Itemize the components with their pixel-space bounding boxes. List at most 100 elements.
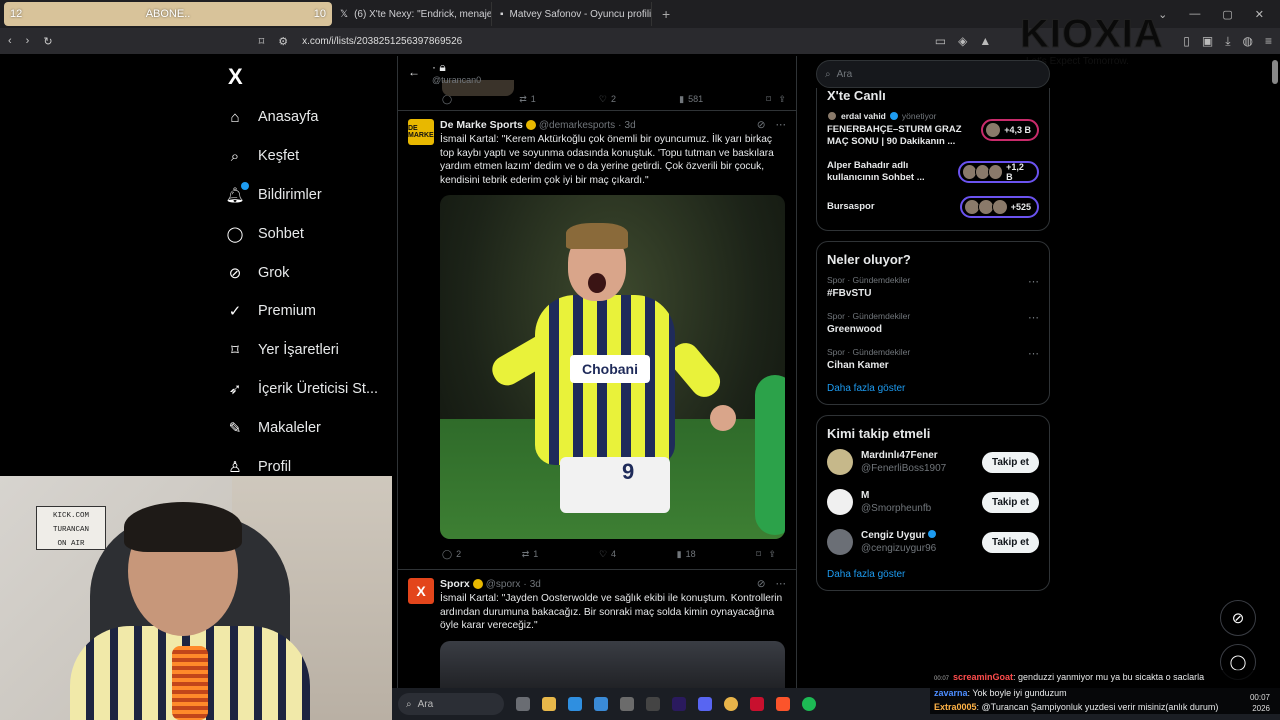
task-view-icon[interactable] <box>516 697 530 711</box>
page-scrollbar[interactable] <box>1272 60 1278 84</box>
sidebar-item-notifications[interactable]: 🔔︎ Bildirimler <box>222 176 392 215</box>
follow-suggestion[interactable]: M @Smorpheunfb Takip et <box>827 489 1039 515</box>
more-icon[interactable]: ⋯ <box>776 119 787 131</box>
live-space[interactable]: Bursaspor +525 <box>827 196 1039 218</box>
discord-icon[interactable] <box>698 697 712 711</box>
capcut-icon[interactable] <box>646 697 660 711</box>
close-window-icon[interactable]: ✕ <box>1255 8 1264 21</box>
avatar[interactable] <box>827 529 853 555</box>
triangle-icon[interactable]: ▲ <box>979 34 991 49</box>
avatar[interactable]: DE MARKE <box>408 119 434 145</box>
bookmark-tweet-button[interactable]: ⌑ ⇪ <box>756 549 776 560</box>
follow-button[interactable]: Takip et <box>981 451 1039 473</box>
author-handle[interactable]: @demarkesports <box>539 120 615 131</box>
who-to-follow-panel: Kimi takip etmeli Mardınlı47Fener @Fenerl… <box>816 415 1050 591</box>
search-input[interactable]: ⌕ Ara <box>816 60 1050 88</box>
vpn-icon[interactable]: ◍ <box>1243 34 1253 49</box>
avatar[interactable] <box>827 449 853 475</box>
list-timeline: ← · 🔒︎ @turancan0 ⇪ ⋯ ◯ ⇄1 ♡2 ▮581 ⌑ ⇪ D… <box>397 56 797 720</box>
sidebar-item-grok[interactable]: ⊘ Grok <box>222 253 392 292</box>
download-icon[interactable]: ⤓ <box>1225 34 1230 49</box>
sidebar-item-creator-studio[interactable]: ➶ İçerik Üreticisi St... <box>222 370 392 409</box>
live-space[interactable]: erdal vahid yönetiyor FENERBAHÇE–STURM G… <box>827 111 1039 148</box>
minimize-icon[interactable]: — <box>1189 8 1200 21</box>
app-icon[interactable] <box>750 697 764 711</box>
tweet-time[interactable]: 3d <box>530 579 541 590</box>
follow-suggestion[interactable]: Cengiz Uygur @cengizuygur96 Takip et <box>827 529 1039 555</box>
shield-icon[interactable]: ◈ <box>958 34 967 49</box>
author-name[interactable]: De Marke Sports <box>440 119 523 131</box>
author-handle[interactable]: @sporx <box>486 579 521 590</box>
reload-icon[interactable]: ↻ <box>43 35 52 48</box>
show-more-link[interactable]: Daha fazla göster <box>827 569 1039 580</box>
views-button[interactable]: ▮ 18 <box>677 549 696 560</box>
bookmark-tweet-button[interactable]: ⌑ ⇪ <box>766 94 786 105</box>
sidebar-item-premium[interactable]: ✓ Premium <box>222 292 392 331</box>
follow-button[interactable]: Takip et <box>981 531 1039 553</box>
trend-item[interactable]: Spor · Gündemdekiler Greenwood ⋯ <box>827 311 1039 335</box>
screen-icon[interactable]: ▭ <box>935 34 946 49</box>
bookmark-page-icon[interactable]: ⌑ <box>259 35 265 48</box>
bookmark-icon: ⌑ <box>231 342 239 360</box>
edge-icon[interactable] <box>568 697 582 711</box>
wallet-icon[interactable]: ▣ <box>1202 34 1213 49</box>
more-icon[interactable]: ⋯ <box>1028 311 1039 335</box>
back-arrow-icon[interactable]: ← <box>408 65 420 79</box>
stream-chat: 00:07 screaminGoat: genduzzi yanmiyor mu … <box>930 670 1280 714</box>
grok-icon[interactable]: ⊘ <box>757 119 766 131</box>
follow-suggestion[interactable]: Mardınlı47Fener @FenerliBoss1907 Takip et <box>827 449 1039 475</box>
more-icon[interactable]: ⋯ <box>1028 347 1039 371</box>
sidebar-item-articles[interactable]: ✎ Makaleler <box>222 408 392 447</box>
tab-x-nexy[interactable]: 𝕏 (6) X'te Nexy: "Endrick, menajerler ar… <box>332 2 492 26</box>
trend-item[interactable]: Spor · Gündemdekiler #FBvSTU ⋯ <box>827 275 1039 299</box>
avatar[interactable]: X <box>408 578 434 604</box>
follow-button[interactable]: Takip et <box>981 491 1039 513</box>
retweet-button[interactable]: ⇄ 1 <box>522 549 539 560</box>
sidebar-item-label: Makaleler <box>258 419 321 436</box>
retweet-button[interactable]: ⇄ 1 <box>519 94 536 105</box>
taskbar-search[interactable]: ⌕ Ara <box>398 693 504 715</box>
sidebar-item-explore[interactable]: ⌕ Keşfet <box>222 137 392 176</box>
back-icon[interactable]: ‹ <box>8 35 12 47</box>
menu-icon[interactable]: ≡ <box>1265 34 1272 49</box>
live-space[interactable]: Alper Bahadır adlı kullanıcının Sohbet .… <box>827 160 1039 184</box>
like-button[interactable]: ♡ 2 <box>599 94 616 105</box>
x-logo-icon[interactable]: X <box>222 56 392 98</box>
premiere-icon[interactable] <box>672 697 686 711</box>
tweet-media-image[interactable]: Chobani 9 <box>440 195 785 539</box>
avatar[interactable] <box>827 489 853 515</box>
store-icon[interactable] <box>594 697 608 711</box>
chrome-icon[interactable] <box>724 697 738 711</box>
views-button[interactable]: ▮ 581 <box>679 94 703 105</box>
more-icon[interactable]: ⋯ <box>1028 275 1039 299</box>
sidebar-item-home[interactable]: ⌂ Anasayfa <box>222 98 392 137</box>
url-field[interactable]: x.com/i/lists/2038251256397869526 <box>302 36 462 47</box>
spotify-icon[interactable] <box>802 697 816 711</box>
tweet[interactable]: DE MARKE De Marke Sports @demarkesports … <box>398 110 796 569</box>
list-owner-handle: @turancan0 <box>432 74 482 85</box>
tab-abone[interactable]: 12 ABONE.. 10 <box>4 2 332 26</box>
tab-safonov[interactable]: ▪ Matvey Safonov - Oyuncu profili 25/2..… <box>492 2 652 26</box>
grok-fab-icon[interactable]: ⊘ <box>1220 600 1256 636</box>
brave-icon[interactable] <box>776 697 790 711</box>
tweet-time[interactable]: 3d <box>625 120 636 131</box>
site-info-icon[interactable]: ⚙ <box>278 35 288 48</box>
show-more-link[interactable]: Daha fazla göster <box>827 383 1039 394</box>
tab-left-number: 12 <box>10 8 23 20</box>
sidebar-icon[interactable]: ▯ <box>1183 34 1190 49</box>
grok-icon[interactable]: ⊘ <box>757 578 766 590</box>
like-button[interactable]: ♡ 4 <box>599 549 616 560</box>
file-explorer-icon[interactable] <box>542 697 556 711</box>
new-tab-button[interactable]: + <box>652 6 680 22</box>
sidebar-item-bookmarks[interactable]: ⌑ Yer İşaretleri <box>222 331 392 370</box>
profile-icon: ♙ <box>228 458 242 476</box>
forward-icon[interactable]: › <box>26 35 30 47</box>
sidebar-item-chat[interactable]: ◯ Sohbet <box>222 214 392 253</box>
reply-button[interactable]: ◯ 2 <box>442 549 461 560</box>
maximize-icon[interactable]: ▢ <box>1222 8 1232 21</box>
author-name[interactable]: Sporx <box>440 578 470 590</box>
tweet[interactable]: X Sporx @sporx · 3d ⊘ ⋯ İsmail Kartal: "J… <box>398 569 796 701</box>
trend-item[interactable]: Spor · Gündemdekiler Cihan Kamer ⋯ <box>827 347 1039 371</box>
more-icon[interactable]: ⋯ <box>776 578 787 590</box>
obs-icon[interactable] <box>620 697 634 711</box>
